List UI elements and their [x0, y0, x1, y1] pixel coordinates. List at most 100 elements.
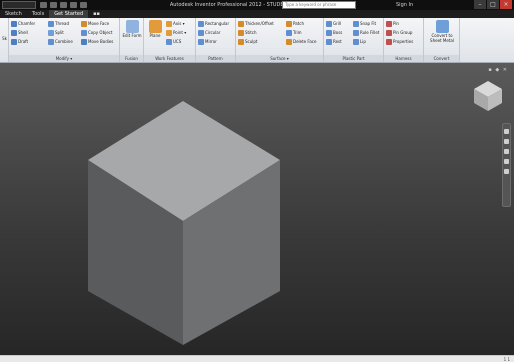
thread-icon [48, 21, 54, 27]
circular-pattern-button[interactable]: Circular [198, 29, 220, 37]
chamfer-label: Chamfer [18, 21, 36, 26]
graphics-viewport[interactable]: ▪ ◆ ✕ [0, 63, 514, 355]
properties-icon [386, 39, 392, 45]
title-bar: Autodesk Inventor Professional 2012 - ST… [0, 0, 514, 10]
plane-label: Plane [149, 33, 161, 38]
rule-fillet-button[interactable]: Rule Fillet [353, 29, 379, 37]
stitch-button[interactable]: Stitch [238, 29, 257, 37]
panel-harness: Pin Pin Group Properties Harness [384, 18, 424, 62]
rest-button[interactable]: Rest [326, 38, 342, 46]
pan-icon[interactable] [504, 139, 509, 144]
boss-button[interactable]: Boss [326, 29, 342, 37]
status-bar: 1 1 [0, 355, 514, 362]
thread-button[interactable]: Thread [48, 20, 69, 28]
tab-get-started[interactable]: Get Started [49, 10, 89, 18]
combine-button[interactable]: Combine [48, 38, 73, 46]
ribbon: Sk Chamfer Thread Shell Split Draft Comb… [0, 18, 514, 63]
chamfer-button[interactable]: Chamfer [11, 20, 35, 28]
convert-to-sheet-metal-button[interactable]: Convert to Sheet Metal [427, 20, 457, 43]
minimize-button[interactable]: – [474, 0, 486, 9]
move-bodies-label: Move Bodies [88, 39, 114, 44]
inventor-window: Autodesk Inventor Professional 2012 - ST… [0, 0, 514, 362]
orbit-icon[interactable] [504, 159, 509, 164]
lip-button[interactable]: Lip [353, 38, 366, 46]
plane-icon [148, 20, 162, 33]
viewport-mini-controls[interactable]: ▪ ◆ ✕ [488, 67, 508, 73]
sign-in-link[interactable]: Sign In [396, 1, 413, 9]
tab-tools[interactable]: Tools [27, 10, 49, 18]
delete-face-label: Delete Face [293, 39, 317, 44]
tab-more[interactable]: ▪▪ [88, 10, 105, 18]
pin-group-label: Pin Group [393, 30, 413, 35]
snap-fit-icon [353, 21, 359, 27]
zoom-icon[interactable] [504, 149, 509, 154]
navigation-bar [502, 123, 511, 207]
pin-group-button[interactable]: Pin Group [386, 29, 412, 37]
rectangular-pattern-button[interactable]: Rectangular [198, 20, 229, 28]
trim-button[interactable]: Trim [286, 29, 302, 37]
snap-fit-button[interactable]: Snap Fit [353, 20, 376, 28]
thread-label: Thread [55, 21, 69, 26]
sketch-button[interactable]: Sk [0, 20, 9, 41]
panel-fusion: Edit Form Fusion [120, 18, 144, 62]
close-button[interactable]: × [500, 0, 512, 9]
split-label: Split [55, 30, 64, 35]
move-bodies-button[interactable]: Move Bodies [81, 38, 113, 46]
axis-button[interactable]: Axis ▾ [166, 20, 185, 28]
split-icon [48, 30, 54, 36]
grill-button[interactable]: Grill [326, 20, 341, 28]
thicken-offset-button[interactable]: Thicken/Offset [238, 20, 274, 28]
move-face-button[interactable]: Move Face [81, 20, 109, 28]
patch-label: Patch [293, 21, 304, 26]
move-face-label: Move Face [88, 21, 110, 26]
properties-button[interactable]: Properties [386, 38, 413, 46]
ucs-label: UCS [173, 39, 182, 44]
edit-form-button[interactable]: Edit Form [122, 20, 142, 38]
point-button[interactable]: Point ▾ [166, 29, 186, 37]
rule-fillet-icon [353, 30, 359, 36]
split-button[interactable]: Split [48, 29, 64, 37]
copy-object-button[interactable]: Copy Object [81, 29, 112, 37]
panel-title-convert: Convert [424, 55, 459, 62]
panel-title-work-features: Work Features [144, 55, 195, 62]
panel-title-surface[interactable]: Surface ▾ [236, 55, 323, 62]
viewcube-icon[interactable] [472, 79, 504, 113]
mirror-button[interactable]: Mirror [198, 38, 217, 46]
ribbon-tabs: Sketch Tools Get Started ▪▪ [0, 10, 514, 18]
tab-sketch[interactable]: Sketch [0, 10, 27, 18]
search-input[interactable]: Type a keyword or phrase [282, 1, 356, 9]
pin-label: Pin [393, 21, 399, 26]
shell-button[interactable]: Shell [11, 29, 28, 37]
boss-label: Boss [333, 30, 343, 35]
mirror-label: Mirror [205, 39, 217, 44]
ucs-button[interactable]: UCS [166, 38, 181, 46]
pin-button[interactable]: Pin [386, 20, 399, 28]
panel-title-modify[interactable]: Modify ▾ [9, 55, 119, 62]
pin-icon [386, 21, 392, 27]
cube-model[interactable] [0, 63, 514, 355]
maximize-button[interactable]: □ [487, 0, 499, 9]
thicken-offset-label: Thicken/Offset [245, 21, 274, 26]
shell-label: Shell [18, 30, 28, 35]
panel-title-fusion: Fusion [120, 55, 143, 62]
window-title: Autodesk Inventor Professional 2012 - ST… [169, 2, 345, 8]
combine-icon [48, 39, 54, 45]
panel-sketch-fragment: Sk [0, 18, 9, 62]
panel-pattern: Rectangular Circular Mirror Pattern [196, 18, 236, 62]
patch-button[interactable]: Patch [286, 20, 304, 28]
draft-button[interactable]: Draft [11, 38, 28, 46]
edit-form-icon [125, 20, 139, 33]
delete-face-button[interactable]: Delete Face [286, 38, 316, 46]
steering-wheel-icon[interactable] [504, 129, 509, 134]
look-at-icon[interactable] [504, 169, 509, 174]
move-face-icon [81, 21, 87, 27]
rectangular-pattern-icon [198, 21, 204, 27]
sculpt-button[interactable]: Sculpt [238, 38, 258, 46]
chamfer-icon [11, 21, 17, 27]
properties-label: Properties [393, 39, 414, 44]
panel-convert: Convert to Sheet Metal Convert [424, 18, 460, 62]
copy-object-label: Copy Object [88, 30, 113, 35]
panel-title-harness: Harness [384, 55, 423, 62]
combine-label: Combine [55, 39, 73, 44]
plane-button[interactable]: Plane [145, 20, 165, 38]
